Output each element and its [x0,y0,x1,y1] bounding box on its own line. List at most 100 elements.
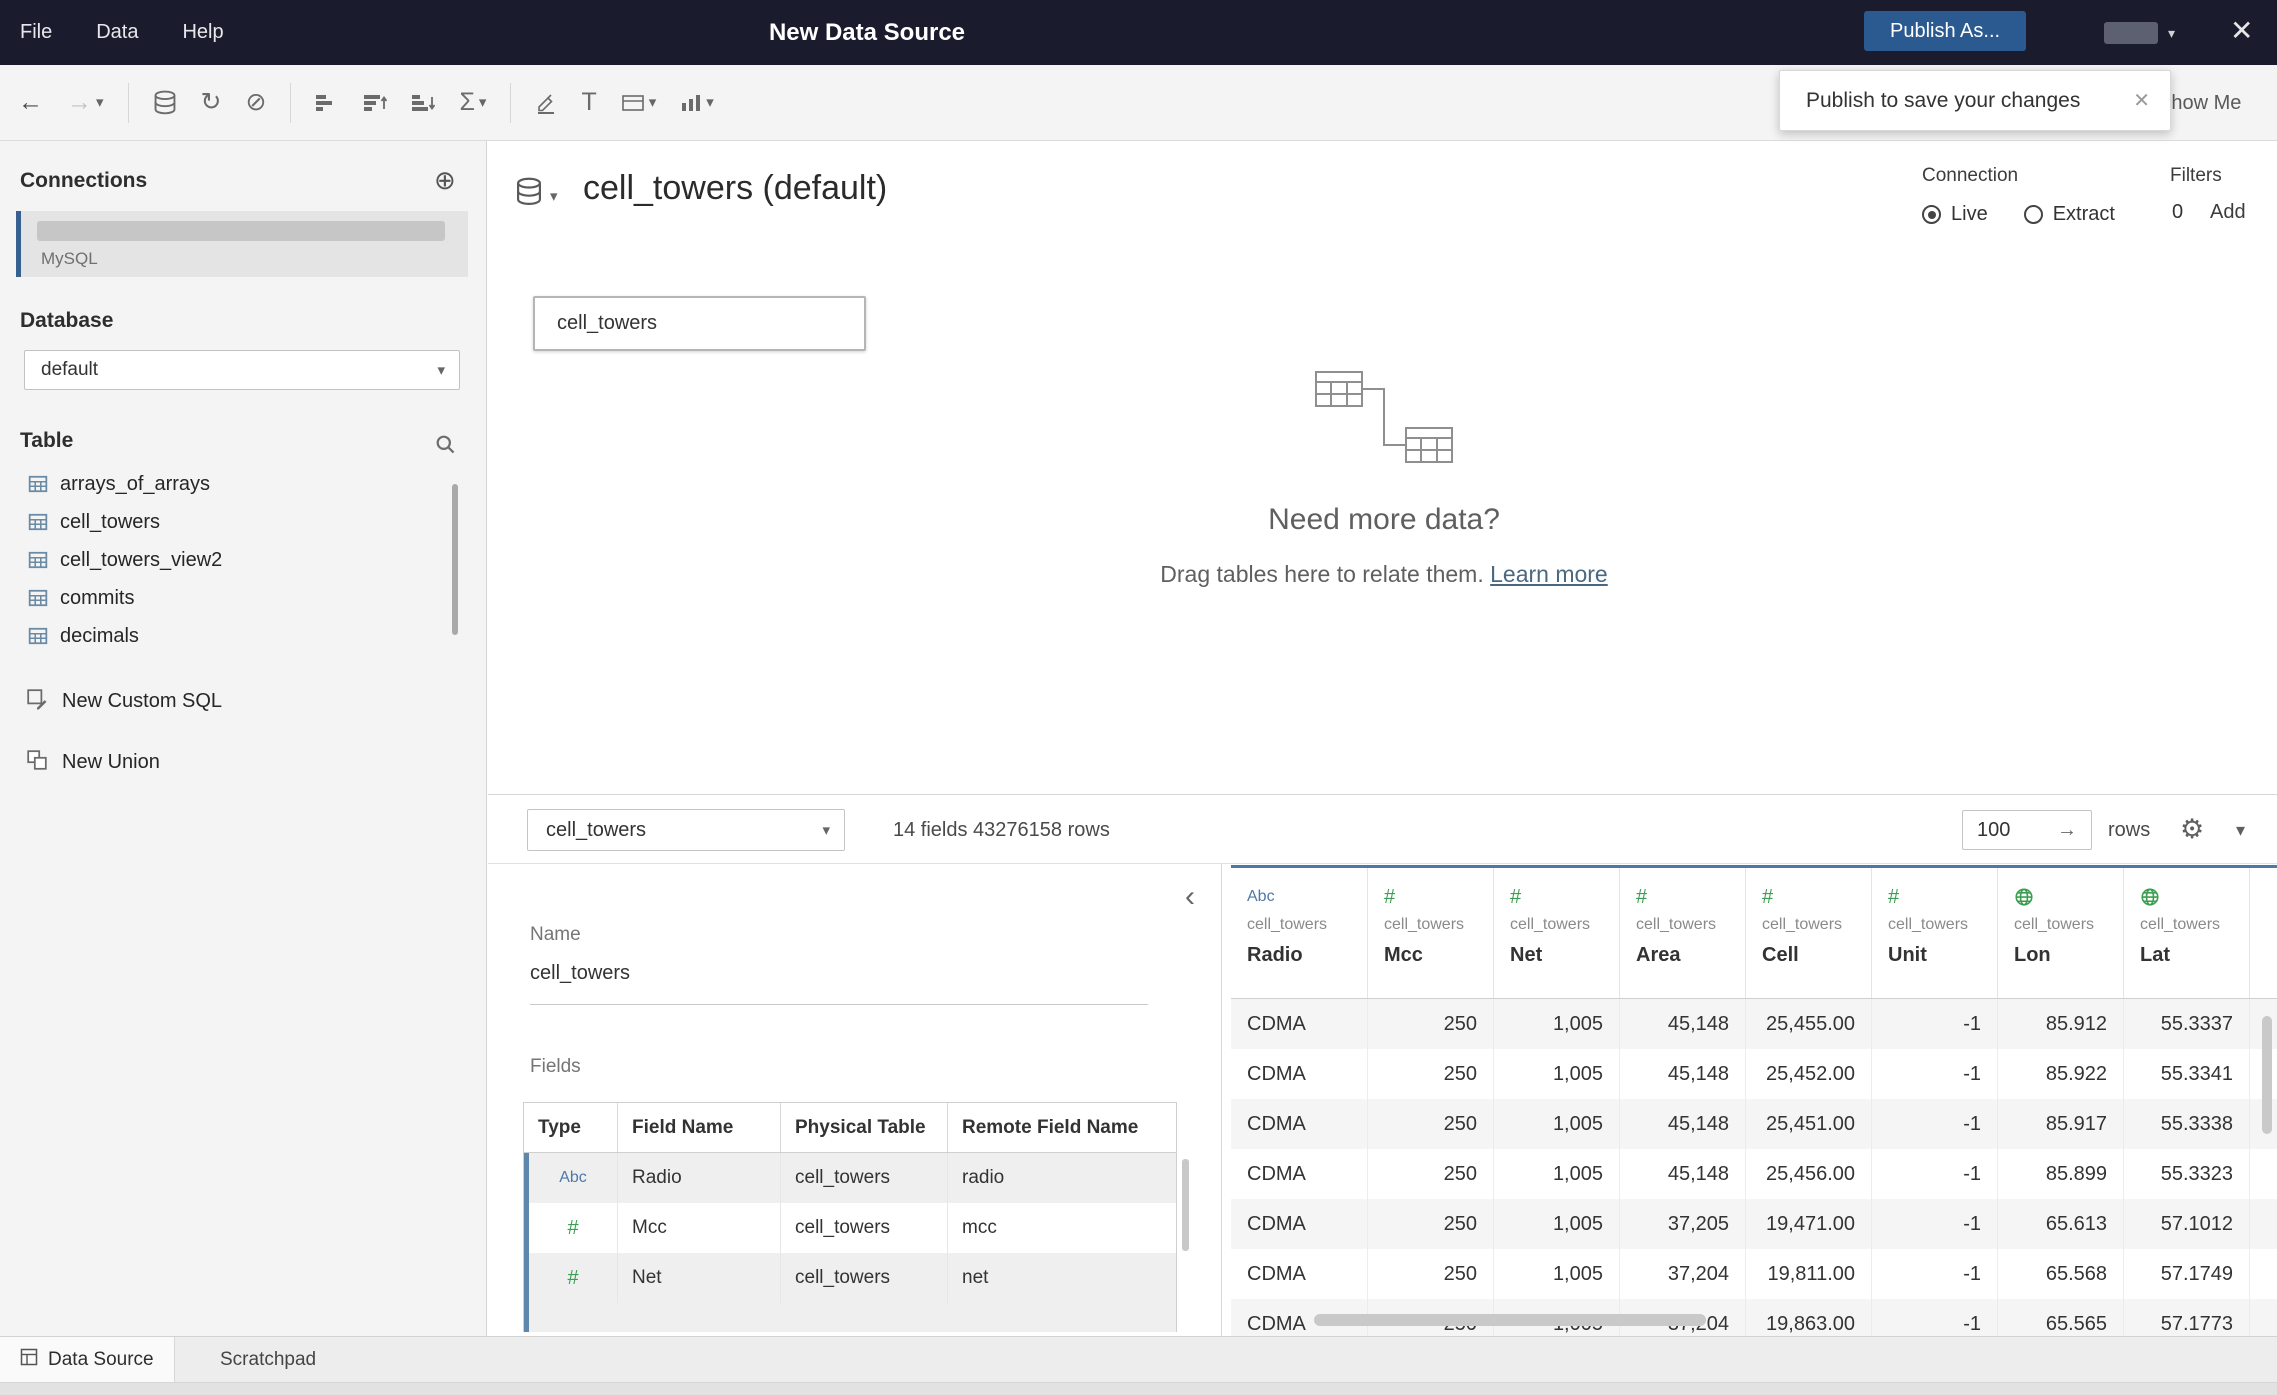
grid-cell[interactable]: 85.917 [1998,1099,2124,1149]
grid-cell[interactable]: -1 [1872,1299,1998,1336]
totals-icon[interactable]: Σ [459,90,474,115]
grid-cell[interactable]: 85.922 [1998,1049,2124,1099]
grid-column-header[interactable]: # cell_towers Mcc [1368,868,1494,998]
grid-cell[interactable]: 250 [1368,1049,1494,1099]
column-header-physical-table[interactable]: Physical Table [781,1103,948,1152]
grid-vertical-scrollbar[interactable] [2262,1016,2272,1134]
grid-cell[interactable]: 25,451.00 [1746,1099,1872,1149]
gear-icon[interactable]: ⚙ [2180,814,2204,845]
table-list-item[interactable]: decimals [0,617,452,655]
grid-column-header[interactable]: cell_towers Lon [1998,868,2124,998]
tab-data-source[interactable]: Data Source [0,1337,175,1382]
tab-scratchpad[interactable]: Scratchpad [200,1337,336,1382]
grid-cell[interactable]: 45,148 [1620,999,1746,1049]
table-list-item[interactable]: arrays_of_arrays [0,465,452,503]
new-union-button[interactable]: New Union [0,742,452,782]
grid-cell[interactable]: 65.565 [1998,1299,2124,1336]
publish-as-button[interactable]: Publish As... [1864,11,2027,51]
grid-cell[interactable]: 1,005 [1494,1149,1620,1199]
cancel-update-icon[interactable]: ⊘ [245,90,266,115]
chart-icon[interactable] [680,93,702,113]
extract-radio[interactable]: Extract [2023,203,2115,226]
grid-cell[interactable]: 45,148 [1620,1149,1746,1199]
grid-cell[interactable]: 55.3323 [2124,1149,2250,1199]
grid-cell[interactable]: -1 [1872,1049,1998,1099]
column-header-field-name[interactable]: Field Name [618,1103,781,1152]
grid-column-header[interactable]: # cell_towers Unit [1872,868,1998,998]
learn-more-link[interactable]: Learn more [1490,561,1608,587]
grid-cell[interactable]: 45,148 [1620,1049,1746,1099]
undo-icon[interactable]: ← [18,90,43,115]
grid-cell[interactable]: 57.1012 [2124,1199,2250,1249]
field-row[interactable]: # Net cell_towers net [524,1253,1176,1303]
grid-cell[interactable]: 1,005 [1494,999,1620,1049]
text-label-icon[interactable]: T [581,90,596,115]
fit-icon[interactable] [621,93,645,113]
grid-cell[interactable]: CDMA [1231,1049,1368,1099]
field-row[interactable]: # Mcc cell_towers mcc [524,1203,1176,1253]
menu-help[interactable]: Help [182,21,223,44]
grid-cell[interactable]: 1,005 [1494,1049,1620,1099]
grid-cell[interactable]: 1,005 [1494,1199,1620,1249]
grid-cell[interactable]: 65.568 [1998,1249,2124,1299]
grid-cell[interactable]: -1 [1872,1149,1998,1199]
grid-cell[interactable]: 19,471.00 [1746,1199,1872,1249]
tooltip-close-icon[interactable]: ✕ [2133,88,2150,113]
menu-file[interactable]: File [20,21,52,44]
highlight-icon[interactable] [535,92,557,114]
fit-caret-icon[interactable]: ▾ [649,95,657,110]
grid-column-header[interactable]: # cell_towers Cell [1746,868,1872,998]
grid-cell[interactable]: 250 [1368,1199,1494,1249]
grid-cell[interactable]: CDMA [1231,1199,1368,1249]
database-select[interactable]: default ▾ [24,350,460,390]
chart-caret-icon[interactable]: ▾ [706,95,714,110]
grid-cell[interactable]: 37,204 [1620,1249,1746,1299]
grid-cell[interactable]: 55.3338 [2124,1099,2250,1149]
grid-cell[interactable]: 25,455.00 [1746,999,1872,1049]
grid-cell[interactable]: 65.613 [1998,1199,2124,1249]
name-value[interactable]: cell_towers [530,962,630,985]
grid-cell[interactable]: 57.1749 [2124,1249,2250,1299]
grid-column-header[interactable]: # cell_towers Area [1620,868,1746,998]
grid-cell[interactable]: 85.912 [1998,999,2124,1049]
grid-horizontal-scrollbar[interactable] [1314,1314,1706,1326]
grid-cell[interactable]: 250 [1368,1249,1494,1299]
grid-options-caret-icon[interactable]: ▾ [2236,821,2245,839]
grid-cell[interactable]: -1 [1872,999,1998,1049]
grid-cell[interactable]: CDMA [1231,999,1368,1049]
grid-column-header[interactable]: # cell_towers Net [1494,868,1620,998]
add-datasource-icon[interactable] [153,90,177,116]
grid-column-header[interactable]: cell_towers Lat [2124,868,2250,998]
sort-descending-icon[interactable] [411,93,436,113]
sort-ascending-icon[interactable] [363,93,388,113]
table-select-dropdown[interactable]: cell_towers ▾ [527,809,845,851]
menu-data[interactable]: Data [96,21,138,44]
search-icon[interactable] [434,433,456,460]
datasource-caret-icon[interactable]: ▾ [550,189,558,204]
table-list-item[interactable]: cell_towers_view2 [0,541,452,579]
field-row[interactable]: Abc Radio cell_towers radio [524,1153,1176,1203]
table-list-item[interactable]: cell_towers [0,503,452,541]
row-limit-input[interactable] [1963,818,2049,842]
table-list-scrollbar[interactable] [452,484,458,635]
grid-cell[interactable]: 19,811.00 [1746,1249,1872,1299]
grid-column-header[interactable]: Abc cell_towers Radio [1231,868,1368,998]
column-header-remote-field-name[interactable]: Remote Field Name [948,1103,1173,1152]
grid-cell[interactable]: 37,205 [1620,1199,1746,1249]
grid-cell[interactable]: -1 [1872,1249,1998,1299]
table-list-item[interactable]: commits [0,579,452,617]
collapse-panel-icon[interactable]: ‹ [1185,882,1195,912]
grid-cell[interactable]: 25,456.00 [1746,1149,1872,1199]
grid-cell[interactable]: -1 [1872,1099,1998,1149]
column-header-type[interactable]: Type [524,1103,618,1152]
grid-cell[interactable]: -1 [1872,1199,1998,1249]
connection-item[interactable]: MySQL [16,211,468,277]
grid-cell[interactable]: 250 [1368,999,1494,1049]
grid-cell[interactable]: 19,863.00 [1746,1299,1872,1336]
window-close-icon[interactable]: ✕ [2230,14,2253,47]
redo-caret-icon[interactable]: ▾ [96,95,104,110]
grid-cell[interactable]: 250 [1368,1099,1494,1149]
account-menu[interactable]: ▾ [2104,0,2175,65]
grid-cell[interactable]: 250 [1368,1149,1494,1199]
grid-cell[interactable]: CDMA [1231,1249,1368,1299]
